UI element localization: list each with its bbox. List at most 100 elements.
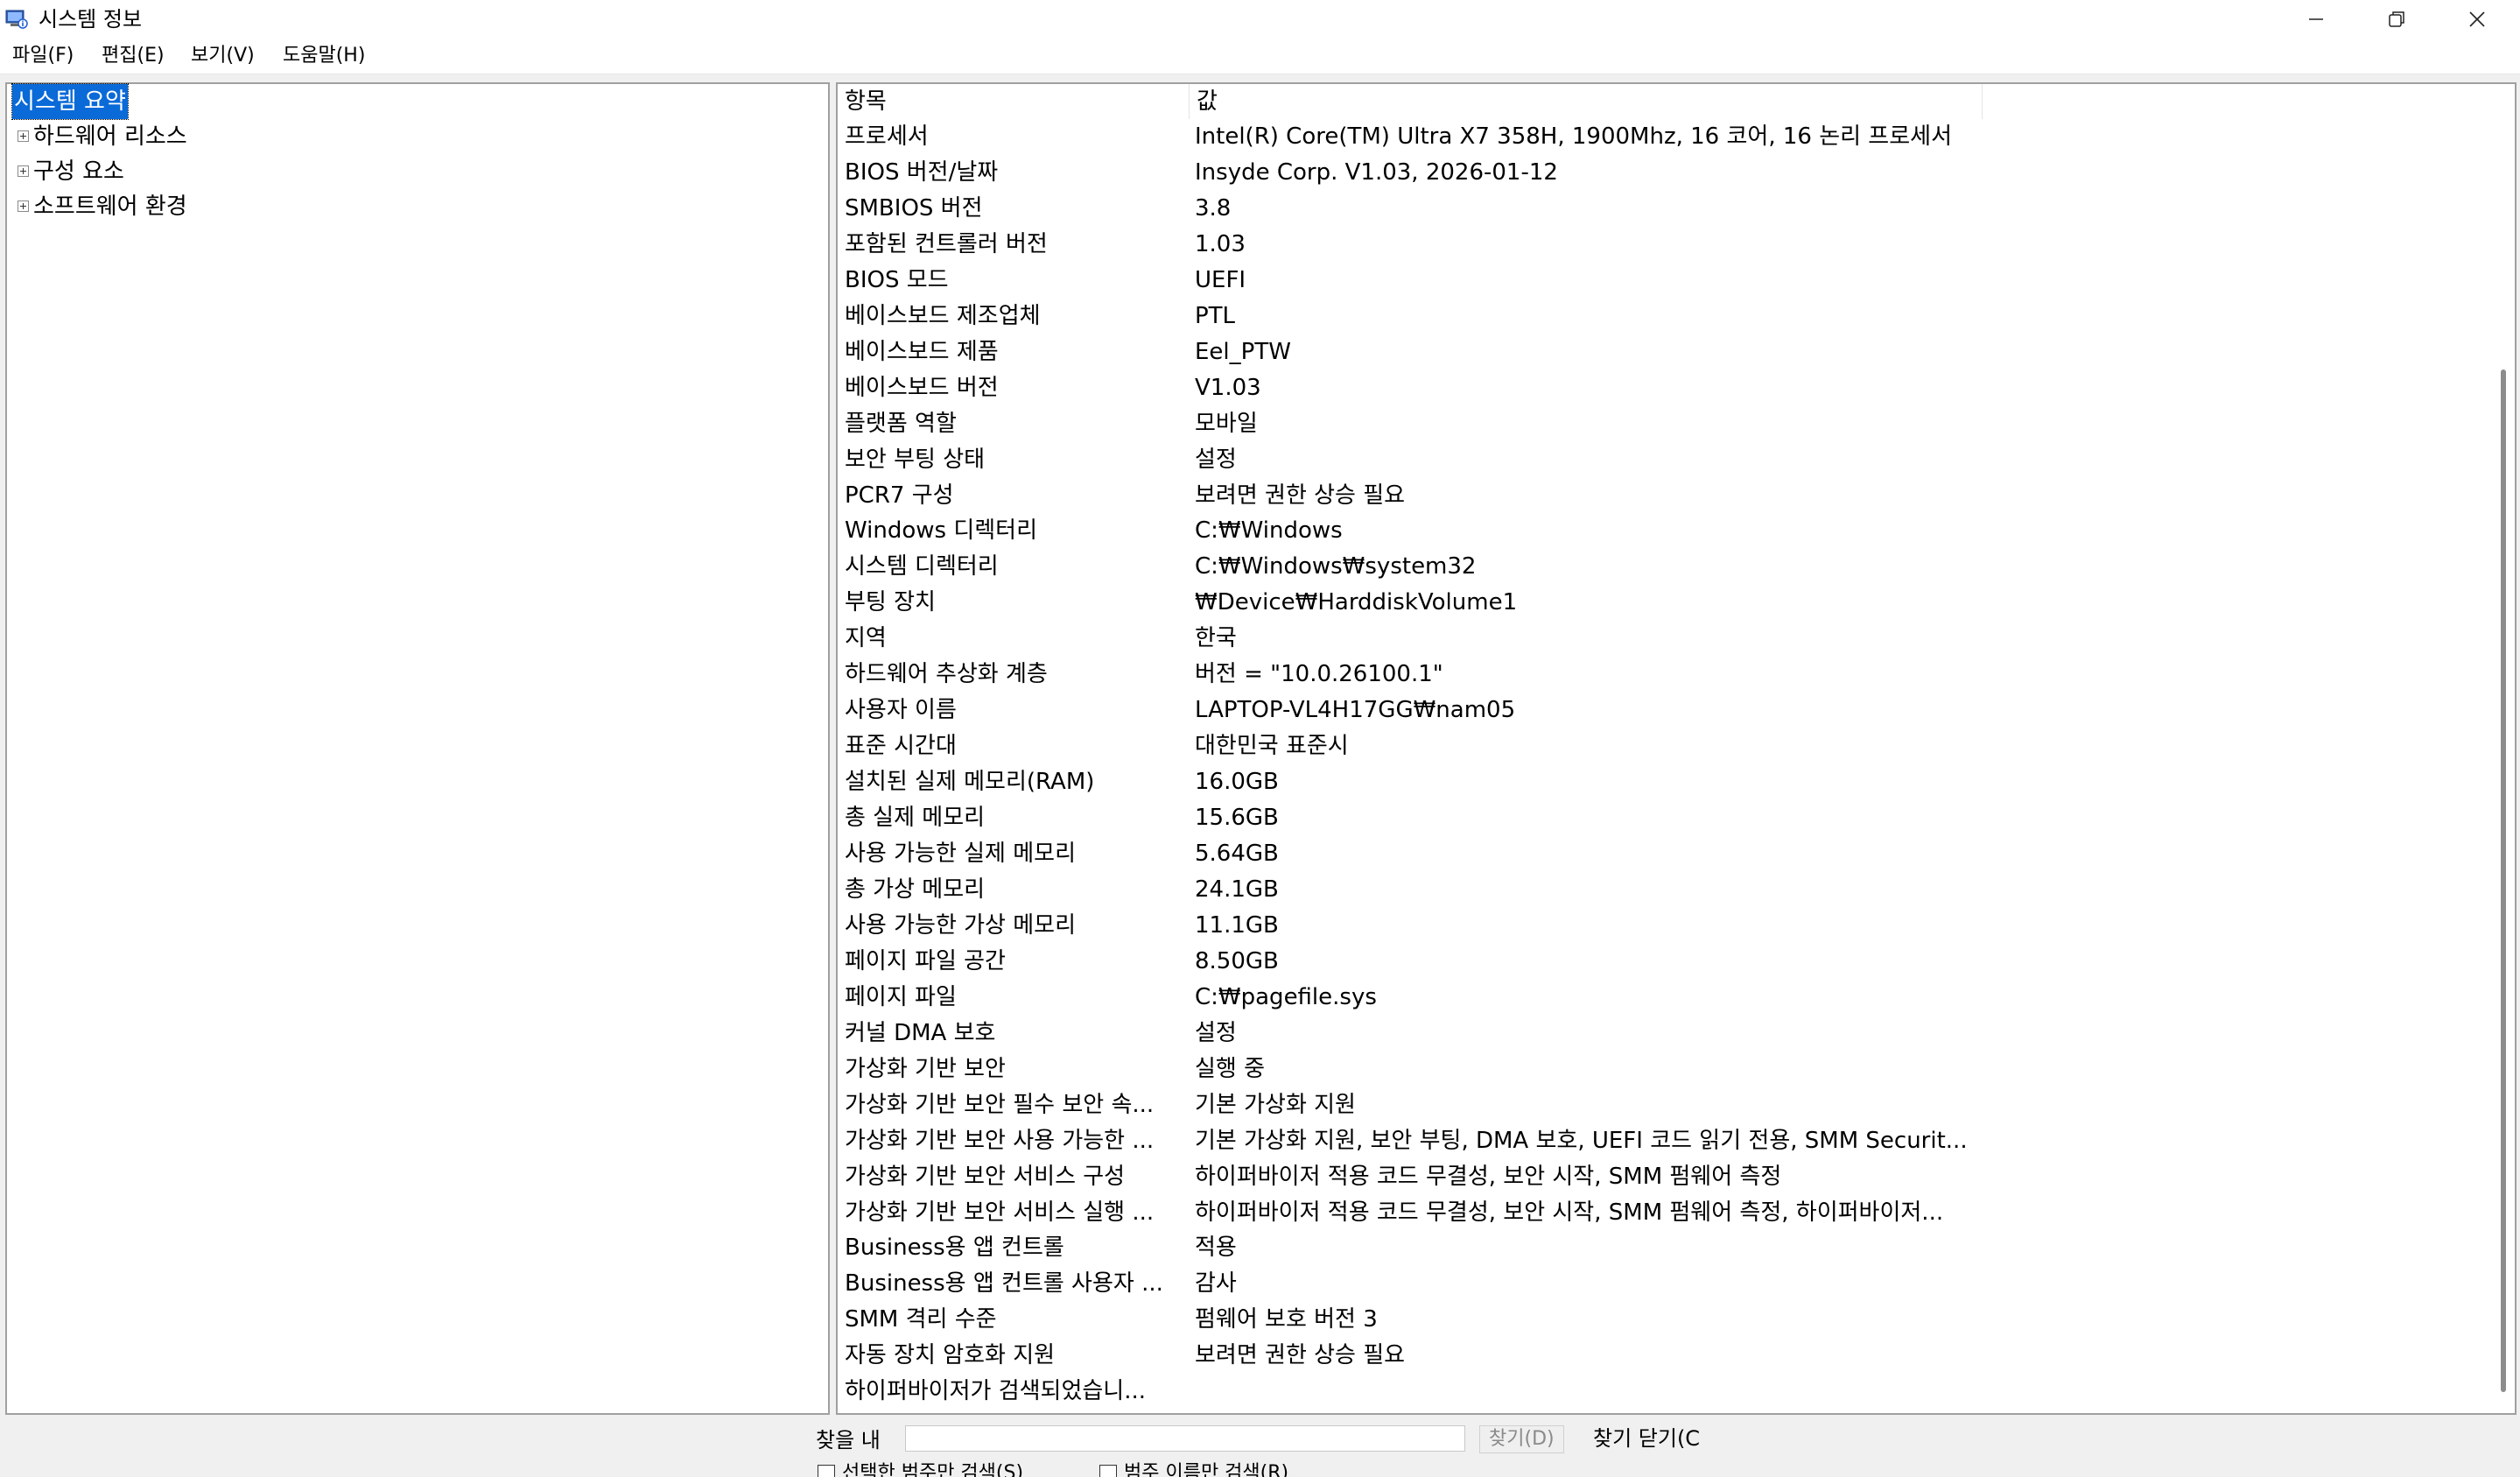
row-item-value: 1.03 <box>1195 230 1246 257</box>
table-row[interactable]: 설치된 실제 메모리(RAM) 16.0GB <box>838 764 2501 800</box>
row-item-name: BIOS 모드 <box>845 266 949 293</box>
table-row[interactable]: 사용 가능한 가상 메모리 11.1GB <box>838 908 2501 944</box>
menu-edit[interactable]: 편집(E) <box>102 42 165 70</box>
table-row[interactable]: 프로세서 Intel(R) Core(TM) Ultra X7 358H, 190… <box>838 119 2501 155</box>
table-row[interactable]: 지역 한국 <box>838 621 2501 657</box>
table-row[interactable]: 사용 가능한 실제 메모리 5.64GB <box>838 836 2501 872</box>
table-row[interactable]: 베이스보드 제품 Eel_PTW <box>838 334 2501 370</box>
row-item-name: 사용 가능한 가상 메모리 <box>845 911 1076 939</box>
category-tree[interactable]: 시스템 요약 하드웨어 리소스 구성 요소 소프트웨어 환경 <box>5 82 830 1415</box>
expand-icon[interactable] <box>18 130 29 142</box>
row-item-value: 설정 <box>1195 446 1237 473</box>
menu-help[interactable]: 도움말(H) <box>283 42 365 70</box>
row-item-name: 총 가상 메모리 <box>845 876 986 903</box>
row-item-name: 자동 장치 암호화 지원 <box>845 1342 1056 1369</box>
table-row[interactable]: 베이스보드 버전 V1.03 <box>838 370 2501 406</box>
row-item-name: 베이스보드 제조업체 <box>845 302 1041 329</box>
close-find-button[interactable]: 찾기 닫기(C <box>1593 1425 1700 1452</box>
column-header-item[interactable]: 항목 <box>838 84 1190 119</box>
row-item-value: 대한민국 표준시 <box>1195 733 1349 760</box>
row-item-value: 보려면 권한 상승 필요 <box>1195 1342 1406 1369</box>
find-button[interactable]: 찾기(D) <box>1479 1425 1564 1453</box>
minimize-button[interactable] <box>2276 0 2356 39</box>
table-row[interactable]: 가상화 기반 보안 사용 가능한 ... 기본 가상화 지원, 보안 부팅, DM… <box>838 1123 2501 1159</box>
row-item-name: Business용 앱 컨트롤 <box>845 1234 1064 1262</box>
table-row[interactable]: 총 실제 메모리 15.6GB <box>838 800 2501 836</box>
row-item-value: 하이퍼바이저 적용 코드 무결성, 보안 시작, SMM 펌웨어 측정 <box>1195 1163 1782 1190</box>
row-item-name: 총 실제 메모리 <box>845 805 986 832</box>
scroll-thumb[interactable] <box>2501 369 2506 1392</box>
table-row[interactable]: SMBIOS 버전 3.8 <box>838 191 2501 227</box>
restore-icon <box>2389 11 2404 27</box>
tree-item-label: 하드웨어 리소스 <box>33 123 187 150</box>
selected-category-only-label: 선택한 범주만 검색(S) <box>842 1462 1024 1477</box>
system-info-icon <box>5 10 28 29</box>
table-row[interactable]: 베이스보드 제조업체 PTL <box>838 299 2501 334</box>
row-item-name: 가상화 기반 보안 서비스 구성 <box>845 1163 1126 1190</box>
row-item-value: 보려면 권한 상승 필요 <box>1195 482 1406 509</box>
category-names-only-label: 범주 이름만 검색(R) <box>1124 1462 1289 1477</box>
menu-view[interactable]: 보기(V) <box>191 42 255 70</box>
find-label: 찾을 내 <box>816 1428 881 1452</box>
row-item-value: 버전 = "10.0.26100.1" <box>1195 661 1443 688</box>
category-names-only-checkbox[interactable] <box>1099 1465 1117 1477</box>
table-row[interactable]: BIOS 버전/날짜 Insyde Corp. V1.03, 2026-01-12 <box>838 155 2501 191</box>
table-row[interactable]: Windows 디렉터리 C:₩Windows <box>838 513 2501 549</box>
close-button[interactable] <box>2437 0 2517 39</box>
row-item-value: 설정 <box>1195 1019 1237 1046</box>
table-row[interactable]: 가상화 기반 보안 실행 중 <box>838 1051 2501 1087</box>
vertical-scrollbar[interactable] <box>2495 88 2509 1410</box>
table-row[interactable]: BIOS 모드 UEFI <box>838 263 2501 299</box>
details-list[interactable]: 항목 값 프로세서 Intel(R) Core(TM) Ultra X7 358H… <box>836 82 2516 1415</box>
table-row[interactable]: 하이퍼바이저가 검색되었습니... <box>838 1374 2501 1410</box>
table-row[interactable]: 총 가상 메모리 24.1GB <box>838 872 2501 908</box>
tree-item-label: 시스템 요약 <box>11 83 129 120</box>
table-row[interactable]: 플랫폼 역할 모바일 <box>838 406 2501 442</box>
selected-category-only-checkbox[interactable] <box>818 1465 835 1477</box>
find-input[interactable] <box>905 1425 1465 1452</box>
tree-item-label: 구성 요소 <box>33 158 124 185</box>
expand-icon[interactable] <box>18 165 29 177</box>
table-row[interactable]: 표준 시간대 대한민국 표준시 <box>838 728 2501 764</box>
row-item-value: 8.50GB <box>1195 947 1279 974</box>
row-item-name: 베이스보드 버전 <box>845 374 999 401</box>
table-row[interactable]: 페이지 파일 공간 8.50GB <box>838 944 2501 980</box>
row-item-name: 페이지 파일 <box>845 983 957 1010</box>
row-item-value: UEFI <box>1195 266 1246 293</box>
table-row[interactable]: 부팅 장치 ₩Device₩HarddiskVolume1 <box>838 585 2501 621</box>
column-header-value[interactable]: 값 <box>1190 84 1983 119</box>
restore-button[interactable] <box>2356 0 2437 39</box>
row-item-value: 한국 <box>1195 625 1237 652</box>
table-row[interactable]: 하드웨어 추상화 계층 버전 = "10.0.26100.1" <box>838 657 2501 693</box>
expand-icon[interactable] <box>18 200 29 212</box>
table-row[interactable]: SMM 격리 수준 펌웨어 보호 버전 3 <box>838 1302 2501 1338</box>
row-item-value: Intel(R) Core(TM) Ultra X7 358H, 1900Mhz… <box>1195 123 1952 150</box>
table-row[interactable]: 자동 장치 암호화 지원 보려면 권한 상승 필요 <box>838 1338 2501 1374</box>
system-information-window: 시스템 정보 파일(F) 편집(E) 보기(V) 도움말(H) 시스템 요약 하… <box>0 0 2520 1477</box>
table-row[interactable]: 커널 DMA 보호 설정 <box>838 1016 2501 1051</box>
row-item-name: 가상화 기반 보안 서비스 실행 ... <box>845 1199 1155 1226</box>
table-row[interactable]: PCR7 구성 보려면 권한 상승 필요 <box>838 478 2501 514</box>
row-item-value: Eel_PTW <box>1195 338 1291 365</box>
table-row[interactable]: 사용자 이름 LAPTOP-VL4H17GG₩nam05 <box>838 693 2501 728</box>
selected-category-only-option[interactable]: 선택한 범주만 검색(S) <box>818 1462 1023 1477</box>
table-row[interactable]: 가상화 기반 보안 서비스 실행 ... 하이퍼바이저 적용 코드 무결성, 보안… <box>838 1195 2501 1231</box>
table-row[interactable]: 가상화 기반 보안 서비스 구성 하이퍼바이저 적용 코드 무결성, 보안 시작,… <box>838 1159 2501 1195</box>
table-row[interactable]: 가상화 기반 보안 필수 보안 속... 기본 가상화 지원 <box>838 1087 2501 1123</box>
table-row[interactable]: 포함된 컨트롤러 버전 1.03 <box>838 227 2501 263</box>
row-item-value: LAPTOP-VL4H17GG₩nam05 <box>1195 697 1516 724</box>
table-row[interactable]: 페이지 파일 C:₩pagefile.sys <box>838 980 2501 1016</box>
row-item-name: SMM 격리 수준 <box>845 1306 997 1333</box>
category-names-only-option[interactable]: 범주 이름만 검색(R) <box>1099 1462 1288 1477</box>
row-item-value: 펌웨어 보호 버전 3 <box>1195 1306 1378 1333</box>
table-row[interactable]: 보안 부팅 상태 설정 <box>838 442 2501 478</box>
table-row[interactable]: Business용 앱 컨트롤 적용 <box>838 1230 2501 1266</box>
table-row[interactable]: 시스템 디렉터리 C:₩Windows₩system32 <box>838 549 2501 585</box>
window-title: 시스템 정보 <box>39 7 143 32</box>
row-item-value: PTL <box>1195 302 1236 329</box>
row-item-name: 가상화 기반 보안 사용 가능한 ... <box>845 1127 1155 1154</box>
title-bar: 시스템 정보 <box>0 0 2520 39</box>
row-item-name: 가상화 기반 보안 필수 보안 속... <box>845 1091 1155 1118</box>
table-row[interactable]: Business용 앱 컨트롤 사용자 ... 감사 <box>838 1266 2501 1302</box>
menu-file[interactable]: 파일(F) <box>12 42 74 70</box>
